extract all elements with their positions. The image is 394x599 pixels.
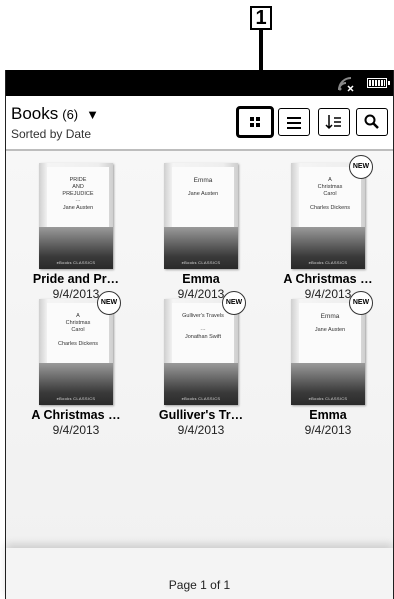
book-cover: Gulliver's Travels ··· Jonathan Swift eBo… xyxy=(164,291,246,405)
grid-view-button[interactable] xyxy=(236,106,274,138)
wireless-off-icon xyxy=(338,77,354,92)
cover-text: Gulliver's Travels ··· Jonathan Swift xyxy=(172,303,234,363)
header: Books (6) ▼ Sorted by Date xyxy=(6,96,393,150)
new-badge: NEW xyxy=(349,291,373,315)
page-title: Books xyxy=(11,104,59,123)
book-date: 9/4/2013 xyxy=(304,423,352,437)
grid-view-icon xyxy=(250,117,260,127)
book-cover: PRIDE AND PREJUDICE ··· Jane Austen eBooks C… xyxy=(39,163,113,269)
book-tile[interactable]: A Christmas Carol Charles Dickens eBooks C… xyxy=(16,291,136,437)
book-grid: PRIDE AND PREJUDICE ··· Jane Austen eBooks C… xyxy=(6,151,393,548)
cover-text: A Christmas Carol Charles Dickens xyxy=(47,303,109,363)
battery-icon xyxy=(367,78,390,88)
book-cover: Emma Jane Austen eBooks CLASSICS NEW xyxy=(291,291,373,405)
list-view-icon xyxy=(287,117,301,132)
book-date: 9/4/2013 xyxy=(52,423,100,437)
book-cover: A Christmas Carol Charles Dickens eBooks C… xyxy=(291,155,373,269)
book-title: Emma xyxy=(182,272,220,286)
cover-text: Emma Jane Austen xyxy=(172,167,234,227)
cover-text: Emma Jane Austen xyxy=(299,303,361,363)
search-icon xyxy=(364,114,379,129)
book-tile[interactable]: Emma Jane Austen eBooks CLASSICS Emma 9/… xyxy=(141,163,261,301)
sort-status: Sorted by Date xyxy=(11,127,92,141)
sort-icon xyxy=(325,115,341,130)
book-date: 9/4/2013 xyxy=(177,423,225,437)
book-tile[interactable]: Emma Jane Austen eBooks CLASSICS NEW Emm… xyxy=(268,291,388,437)
sort-button[interactable] xyxy=(318,108,350,136)
reader-screen: Books (6) ▼ Sorted by Date PRIDE AND PRE… xyxy=(5,70,394,599)
book-title: Emma xyxy=(309,408,347,422)
new-badge: NEW xyxy=(349,155,373,179)
book-title: Pride and Pr… xyxy=(32,272,120,286)
list-view-button[interactable] xyxy=(278,108,310,136)
new-badge: NEW xyxy=(222,291,246,315)
collection-selector[interactable]: Books (6) ▼ xyxy=(11,104,99,124)
new-badge: NEW xyxy=(97,291,121,315)
cover-text: A Christmas Carol Charles Dickens xyxy=(299,167,361,227)
book-tile[interactable]: Gulliver's Travels ··· Jonathan Swift eBo… xyxy=(141,291,261,437)
book-cover: Emma Jane Austen eBooks CLASSICS xyxy=(164,163,238,269)
book-cover: A Christmas Carol Charles Dickens eBooks C… xyxy=(39,291,121,405)
page-indicator: Page 1 of 1 xyxy=(168,578,231,592)
book-tile[interactable]: PRIDE AND PREJUDICE ··· Jane Austen eBooks C… xyxy=(16,163,136,301)
search-button[interactable] xyxy=(356,108,388,136)
book-tile[interactable]: A Christmas Carol Charles Dickens eBooks C… xyxy=(268,155,388,301)
callout-1: 1 xyxy=(250,6,272,30)
caret-down-icon: ▼ xyxy=(86,107,100,122)
book-title: A Christmas … xyxy=(31,408,121,422)
book-title: Gulliver's Tr… xyxy=(158,408,244,422)
book-title: A Christmas … xyxy=(283,272,373,286)
item-count: (6) xyxy=(62,107,79,122)
status-bar xyxy=(6,70,393,96)
footer: Page 1 of 1 xyxy=(6,548,393,599)
cover-text: PRIDE AND PREJUDICE ··· Jane Austen xyxy=(47,167,109,227)
